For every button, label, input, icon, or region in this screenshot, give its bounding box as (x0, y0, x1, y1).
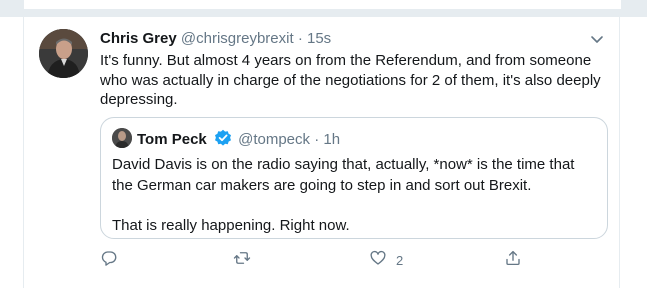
share-icon (504, 249, 522, 272)
like-icon (369, 249, 387, 272)
author-name[interactable]: Chris Grey (100, 30, 177, 47)
like-button[interactable]: 2 (369, 249, 403, 271)
avatar[interactable] (39, 29, 88, 78)
quoted-author-handle[interactable]: @tompeck (238, 131, 310, 148)
tweet-author: Chris Grey @chrisgreybrexit · 15s (100, 30, 331, 48)
retweet-icon (233, 249, 251, 272)
timeline-background (0, 0, 647, 17)
quoted-author-name[interactable]: Tom Peck (137, 131, 207, 148)
author-handle[interactable]: @chrisgreybrexit (181, 30, 294, 47)
tweet-actions: 2 (100, 249, 540, 271)
tweet[interactable]: Chris Grey @chrisgreybrexit · 15s It's f… (23, 17, 620, 288)
quoted-author: Tom Peck @tompeck · 1h (137, 129, 340, 152)
retweet-button[interactable] (233, 249, 260, 271)
like-count: 2 (396, 252, 404, 268)
quoted-paragraph: That is really happening. Right now. (112, 217, 350, 234)
quoted-tweet[interactable]: Tom Peck @tompeck · 1h David Davis is on… (100, 117, 608, 239)
tweet-text: It's funny. But almost 4 years on from t… (100, 52, 601, 108)
separator-dot: · (314, 131, 320, 148)
quoted-avatar[interactable] (112, 128, 132, 148)
tweet-timestamp[interactable]: 15s (307, 30, 331, 47)
quoted-timestamp[interactable]: 1h (323, 131, 340, 148)
reply-button[interactable] (100, 249, 127, 271)
verified-badge-icon (214, 129, 232, 152)
quoted-text: David Davis is on the radio saying that,… (112, 155, 592, 237)
separator-dot: · (297, 30, 303, 47)
quoted-paragraph: David Davis is on the radio saying that,… (112, 156, 575, 194)
share-button[interactable] (504, 249, 531, 271)
previous-tweet-bottom (23, 0, 622, 9)
caret-down-icon[interactable] (589, 31, 605, 47)
reply-icon (100, 249, 118, 272)
